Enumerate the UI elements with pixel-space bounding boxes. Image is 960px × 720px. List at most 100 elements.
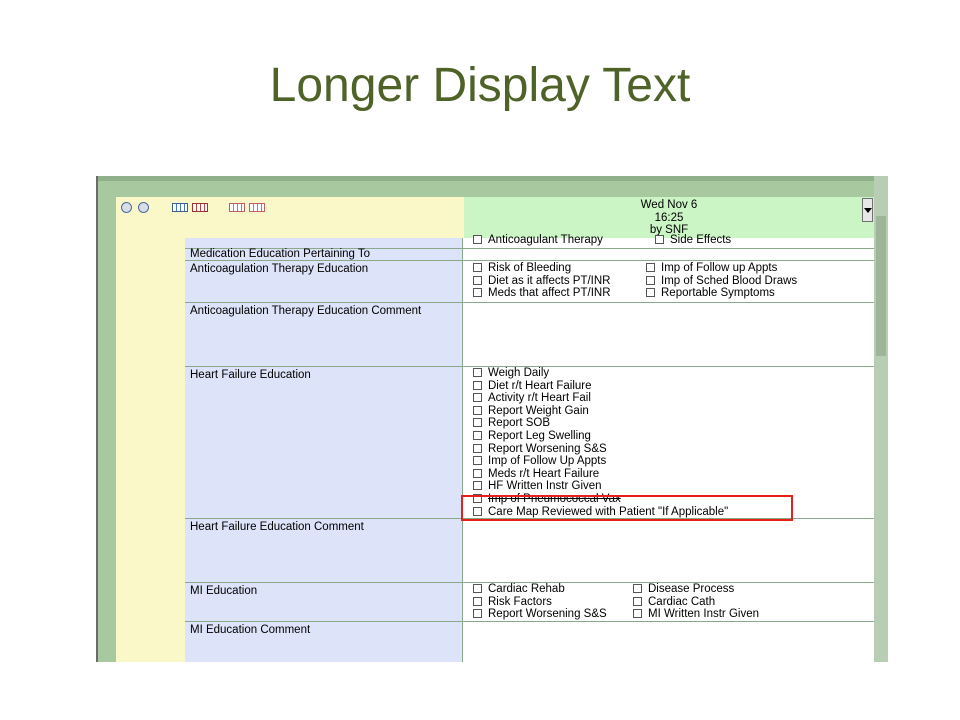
assessment-form: Anticoagulant Therapy Side Effects Medic…	[185, 234, 874, 662]
checkbox-meds-heart-failure[interactable]: Meds r/t Heart Failure	[473, 468, 599, 481]
checkbox-report-leg-swelling[interactable]: Report Leg Swelling	[473, 430, 591, 443]
checkbox-anticoagulant-therapy[interactable]: Anticoagulant Therapy	[473, 234, 603, 247]
checkbox-weigh-daily[interactable]: Weigh Daily	[473, 367, 549, 380]
checkbox-diet-pt-inr[interactable]: Diet as it affects PT/INR	[473, 275, 611, 288]
checkbox-cardiac-rehab[interactable]: Cardiac Rehab	[473, 583, 565, 596]
checkbox-meds-pt-inr[interactable]: Meds that affect PT/INR	[473, 287, 611, 300]
checkbox-label: Report Leg Swelling	[488, 430, 591, 442]
form-row-anticoagulation-comment: Anticoagulation Therapy Education Commen…	[185, 302, 874, 366]
checkbox-icon[interactable]	[473, 368, 482, 377]
checkbox-imp-follow-up-appts[interactable]: Imp of Follow up Appts	[646, 262, 777, 275]
checkbox-label: Risk of Bleeding	[488, 262, 572, 274]
app-screenshot: Wed Nov 6 16:25 by SNF Anticoagulant The…	[96, 176, 888, 662]
checkbox-icon[interactable]	[473, 380, 482, 390]
checkbox-activity-heart-fail[interactable]: Activity r/t Heart Fail	[473, 392, 591, 405]
comment-field[interactable]	[463, 519, 874, 582]
checkbox-icon[interactable]	[473, 235, 482, 244]
checkbox-icon[interactable]	[473, 288, 482, 298]
minus-circle-icon[interactable]	[121, 202, 132, 213]
row-values: Cardiac Rehab Disease Process Risk Facto…	[463, 583, 874, 621]
checkbox-icon[interactable]	[473, 481, 482, 491]
comment-field[interactable]	[463, 303, 874, 366]
checkbox-risk-of-bleeding[interactable]: Risk of Bleeding	[473, 262, 571, 275]
row-values: Anticoagulant Therapy Side Effects	[463, 234, 874, 248]
form-row-heart-failure-comment: Heart Failure Education Comment	[185, 518, 874, 582]
checkbox-label: Weigh Daily	[488, 367, 550, 379]
checkbox-label: HF Written Instr Given	[488, 480, 602, 493]
highlight-box	[461, 495, 793, 521]
checkbox-icon[interactable]	[633, 596, 642, 606]
row-label: Heart Failure Education Comment	[185, 519, 463, 582]
grid-pink-icon[interactable]	[229, 203, 245, 212]
checkbox-disease-process[interactable]: Disease Process	[633, 583, 734, 596]
column-dropdown[interactable]	[862, 198, 873, 222]
checkbox-label: Diet r/t Heart Failure	[488, 379, 592, 392]
grid-blue-icon[interactable]	[172, 203, 188, 212]
checkbox-icon[interactable]	[473, 393, 482, 403]
checkbox-imp-sched-blood-draws[interactable]: Imp of Sched Blood Draws	[646, 275, 797, 288]
checkbox-label: Meds r/t Heart Failure	[488, 467, 600, 480]
checkbox-report-worsening[interactable]: Report Worsening S&S	[473, 443, 607, 456]
grid-red-icon[interactable]	[192, 203, 208, 212]
checkbox-icon[interactable]	[473, 443, 482, 453]
comment-field[interactable]	[463, 622, 874, 662]
checkbox-icon[interactable]	[633, 584, 642, 593]
row-label: Anticoagulation Therapy Education	[185, 261, 463, 302]
checkbox-hf-written-instr[interactable]: HF Written Instr Given	[473, 480, 602, 493]
checkbox-icon[interactable]	[655, 235, 664, 244]
checkbox-icon[interactable]	[473, 456, 482, 466]
form-row-mi-comment: MI Education Comment	[185, 621, 874, 662]
time-line: 16:25	[654, 211, 684, 224]
checkbox-report-weight-gain[interactable]: Report Weight Gain	[473, 405, 589, 418]
row-label: Medication Education Pertaining To	[185, 248, 463, 260]
row-values: Risk of Bleeding Imp of Follow up Appts …	[463, 261, 874, 302]
checkbox-icon[interactable]	[473, 275, 482, 285]
checkbox-icon[interactable]	[473, 596, 482, 606]
date-column-header[interactable]: Wed Nov 6 16:25 by SNF	[464, 197, 874, 238]
checkbox-label: Cardiac Cath	[648, 595, 716, 608]
checkbox-reportable-symptoms[interactable]: Reportable Symptoms	[646, 287, 775, 300]
checkbox-diet-heart-failure[interactable]: Diet r/t Heart Failure	[473, 380, 592, 393]
checkbox-label: Activity r/t Heart Fail	[488, 392, 591, 405]
plus-circle-icon[interactable]	[138, 202, 149, 213]
row-label: MI Education Comment	[185, 622, 463, 662]
form-row-mi-education: MI Education Cardiac Rehab Disease Proce…	[185, 582, 874, 621]
left-gutter	[116, 238, 185, 662]
checkbox-risk-factors[interactable]: Risk Factors	[473, 596, 552, 609]
checkbox-icon[interactable]	[473, 405, 482, 415]
checkbox-report-sob[interactable]: Report SOB	[473, 417, 550, 430]
checkbox-icon[interactable]	[473, 609, 482, 619]
row-label: Heart Failure Education	[185, 367, 463, 518]
slide-title: Longer Display Text	[269, 59, 691, 112]
checkbox-mi-written-instr[interactable]: MI Written Instr Given	[633, 608, 759, 621]
checkbox-label: MI Written Instr Given	[648, 608, 759, 621]
grid-pink-2-icon[interactable]	[249, 203, 265, 212]
checkbox-label: Report SOB	[488, 417, 550, 430]
scrollbar-thumb[interactable]	[876, 216, 886, 356]
row-label	[185, 238, 463, 248]
checkbox-icon[interactable]	[646, 288, 655, 298]
checkbox-icon[interactable]	[473, 431, 482, 440]
checkbox-label: Meds that affect PT/INR	[488, 287, 611, 300]
row-label: MI Education	[185, 583, 463, 621]
row-values[interactable]	[463, 249, 874, 260]
form-row-medication-education: Medication Education Pertaining To	[185, 248, 874, 260]
checkbox-label: Risk Factors	[488, 595, 552, 608]
checkbox-icon[interactable]	[473, 468, 482, 478]
checkbox-label: Reportable Symptoms	[661, 287, 775, 300]
checkbox-icon[interactable]	[633, 609, 642, 619]
checkbox-label: Imp of Follow up Appts	[661, 262, 778, 274]
checkbox-cardiac-cath[interactable]: Cardiac Cath	[633, 596, 715, 609]
checkbox-label: Disease Process	[648, 583, 735, 595]
checkbox-side-effects[interactable]: Side Effects	[655, 234, 731, 247]
checkbox-label: Cardiac Rehab	[488, 583, 565, 595]
checkbox-icon[interactable]	[473, 263, 482, 272]
checkbox-mi-report-worsening[interactable]: Report Worsening S&S	[473, 608, 607, 621]
checkbox-label: Diet as it affects PT/INR	[488, 274, 611, 287]
checkbox-imp-follow-up[interactable]: Imp of Follow Up Appts	[473, 455, 606, 468]
checkbox-icon[interactable]	[473, 584, 482, 593]
checkbox-icon[interactable]	[473, 418, 482, 428]
checkbox-label: Imp of Sched Blood Draws	[661, 274, 798, 287]
checkbox-icon[interactable]	[646, 263, 655, 272]
checkbox-icon[interactable]	[646, 275, 655, 285]
